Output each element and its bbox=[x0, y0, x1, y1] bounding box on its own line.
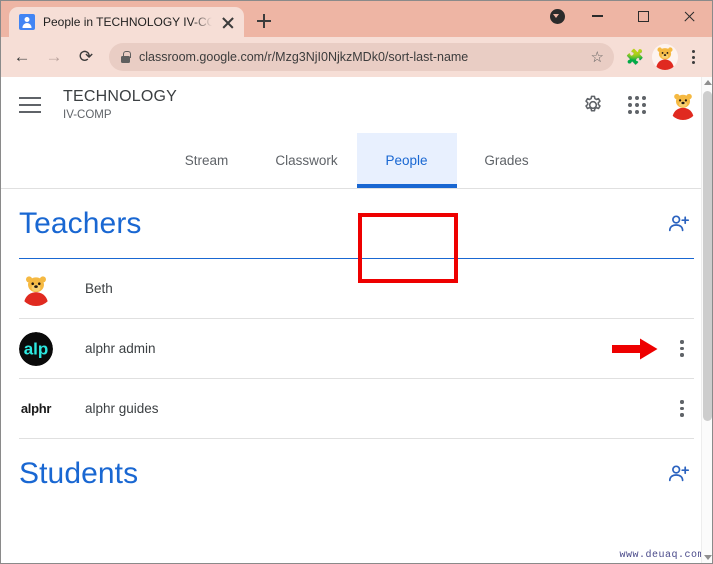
table-row[interactable]: alphr alphr guides bbox=[19, 379, 694, 439]
person-name: alphr admin bbox=[85, 341, 156, 356]
alphr-admin-avatar: alp bbox=[19, 331, 53, 366]
row-more-options-icon[interactable] bbox=[670, 329, 694, 369]
person-name: Beth bbox=[85, 281, 113, 296]
teachers-section: Teachers Beth alp alphr admin alphr alph… bbox=[1, 189, 712, 439]
tab-people[interactable]: People bbox=[356, 133, 457, 188]
back-button[interactable]: ← bbox=[7, 42, 37, 72]
classroom-tabbar: Stream Classwork People Grades bbox=[1, 133, 712, 283]
tab-search-icon[interactable] bbox=[540, 1, 574, 31]
page-scrollbar[interactable] bbox=[701, 77, 712, 563]
tab-strip: People in TECHNOLOGY IV-COM bbox=[1, 1, 540, 37]
scrollbar-thumb[interactable] bbox=[703, 91, 712, 421]
reload-button[interactable]: ⟳ bbox=[71, 42, 101, 72]
row-more-options-icon[interactable] bbox=[670, 389, 694, 429]
maximize-button[interactable] bbox=[620, 1, 666, 31]
course-title-block: TECHNOLOGY IV-COMP bbox=[63, 87, 177, 123]
forward-button[interactable]: → bbox=[39, 42, 69, 72]
course-section: IV-COMP bbox=[63, 109, 112, 121]
window-controls bbox=[540, 1, 712, 37]
bookmark-star-icon[interactable]: ☆ bbox=[591, 50, 604, 65]
tab-stream[interactable]: Stream bbox=[157, 133, 257, 188]
browser-toolbar: ← → ⟳ classroom.google.com/r/Mzg3NjI0Njk… bbox=[1, 37, 712, 77]
page-content: TECHNOLOGY IV-COMP Stream Classwork Peop… bbox=[1, 77, 712, 563]
tab-classwork[interactable]: Classwork bbox=[257, 133, 357, 188]
winnie-the-pooh-avatar bbox=[19, 271, 53, 306]
address-bar[interactable]: classroom.google.com/r/Mzg3NjI0NjkzMDk0/… bbox=[109, 43, 614, 71]
teachers-header: Teachers bbox=[19, 189, 694, 259]
minimize-button[interactable] bbox=[574, 1, 620, 31]
invite-student-icon[interactable] bbox=[664, 459, 694, 489]
svg-text:alp: alp bbox=[24, 339, 49, 358]
browser-titlebar: People in TECHNOLOGY IV-COM bbox=[1, 1, 712, 37]
person-card-icon bbox=[19, 14, 35, 30]
alphr-guides-avatar: alphr bbox=[19, 392, 53, 426]
close-window-button[interactable] bbox=[666, 1, 712, 31]
close-tab-icon[interactable] bbox=[220, 14, 236, 30]
url-text: classroom.google.com/r/Mzg3NjI0NjkzMDk0/… bbox=[139, 50, 469, 64]
alphr-wordmark: alphr bbox=[20, 401, 52, 416]
new-tab-button[interactable] bbox=[250, 7, 278, 35]
lock-icon bbox=[121, 51, 131, 63]
course-name: TECHNOLOGY bbox=[63, 88, 178, 105]
scroll-up-arrow-icon[interactable] bbox=[703, 80, 712, 85]
header-actions bbox=[580, 90, 698, 120]
table-row[interactable]: Beth bbox=[19, 259, 694, 319]
hamburger-menu-icon[interactable] bbox=[19, 94, 45, 116]
red-pointer-arrow bbox=[612, 338, 658, 359]
teachers-title: Teachers bbox=[19, 206, 142, 240]
chrome-menu-icon[interactable] bbox=[682, 44, 704, 70]
tab-grades[interactable]: Grades bbox=[457, 133, 557, 188]
gear-icon[interactable] bbox=[580, 92, 606, 118]
students-header: Students bbox=[19, 439, 694, 509]
browser-tab[interactable]: People in TECHNOLOGY IV-COM bbox=[9, 7, 244, 37]
watermark: www.deuaq.com bbox=[619, 550, 704, 561]
students-section: Students bbox=[1, 439, 712, 509]
table-row[interactable]: alp alphr admin bbox=[19, 319, 694, 379]
avatar[interactable] bbox=[668, 90, 698, 120]
apps-grid-icon[interactable] bbox=[624, 92, 650, 118]
invite-teacher-icon[interactable] bbox=[664, 209, 694, 239]
classroom-header: TECHNOLOGY IV-COMP bbox=[1, 77, 712, 133]
extensions-icon[interactable]: 🧩 bbox=[622, 44, 648, 70]
profile-avatar[interactable] bbox=[652, 44, 678, 70]
browser-tab-title: People in TECHNOLOGY IV-COM bbox=[43, 15, 212, 29]
browser-window: People in TECHNOLOGY IV-COM ← → ⟳ classr… bbox=[0, 0, 713, 564]
students-title: Students bbox=[19, 457, 139, 490]
scroll-down-arrow-icon[interactable] bbox=[703, 555, 712, 560]
person-name: alphr guides bbox=[85, 401, 159, 416]
